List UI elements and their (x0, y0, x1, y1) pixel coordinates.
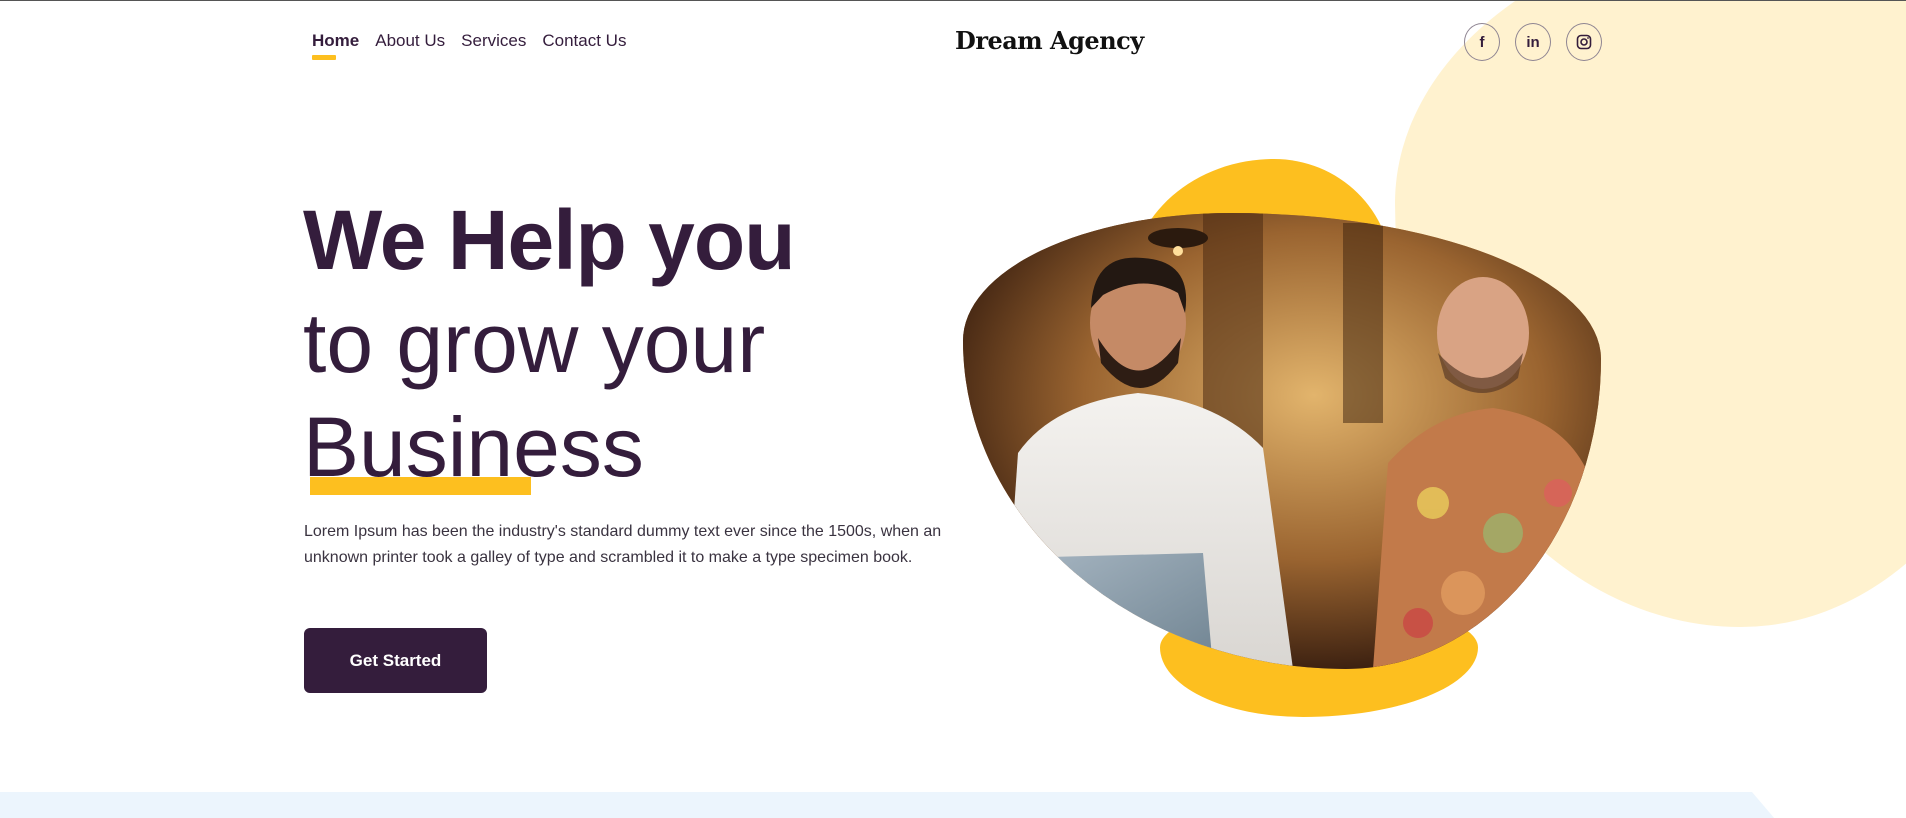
hero-heading-line-2: to grow your (303, 296, 766, 390)
nav-about-us[interactable]: About Us (375, 31, 445, 51)
main-nav: Home About Us Services Contact Us (312, 31, 626, 60)
linkedin-icon[interactable]: in (1515, 23, 1551, 61)
hero-heading-line-1: We Help you (303, 193, 796, 287)
facebook-icon[interactable]: f (1464, 23, 1500, 61)
instagram-glyph (1576, 34, 1592, 50)
hero-heading-line-3: Business (303, 400, 644, 494)
hero-description: Lorem Ipsum has been the industry's stan… (304, 523, 942, 566)
hero-heading: We Help you to grow your Business (303, 189, 796, 499)
brand-logo[interactable]: Dream Agency (955, 26, 1144, 55)
instagram-icon[interactable] (1566, 23, 1602, 61)
nav-services[interactable]: Services (461, 31, 526, 51)
hero-photo (963, 213, 1601, 669)
nav-home[interactable]: Home (312, 31, 359, 60)
social-links: f in (1464, 23, 1602, 61)
nav-contact-us[interactable]: Contact Us (542, 31, 626, 51)
team-meeting-photo (963, 213, 1601, 669)
landing-page: Home About Us Services Contact Us Dream … (0, 0, 1906, 818)
get-started-button[interactable]: Get Started (304, 628, 487, 693)
next-section-strip (0, 792, 1775, 818)
